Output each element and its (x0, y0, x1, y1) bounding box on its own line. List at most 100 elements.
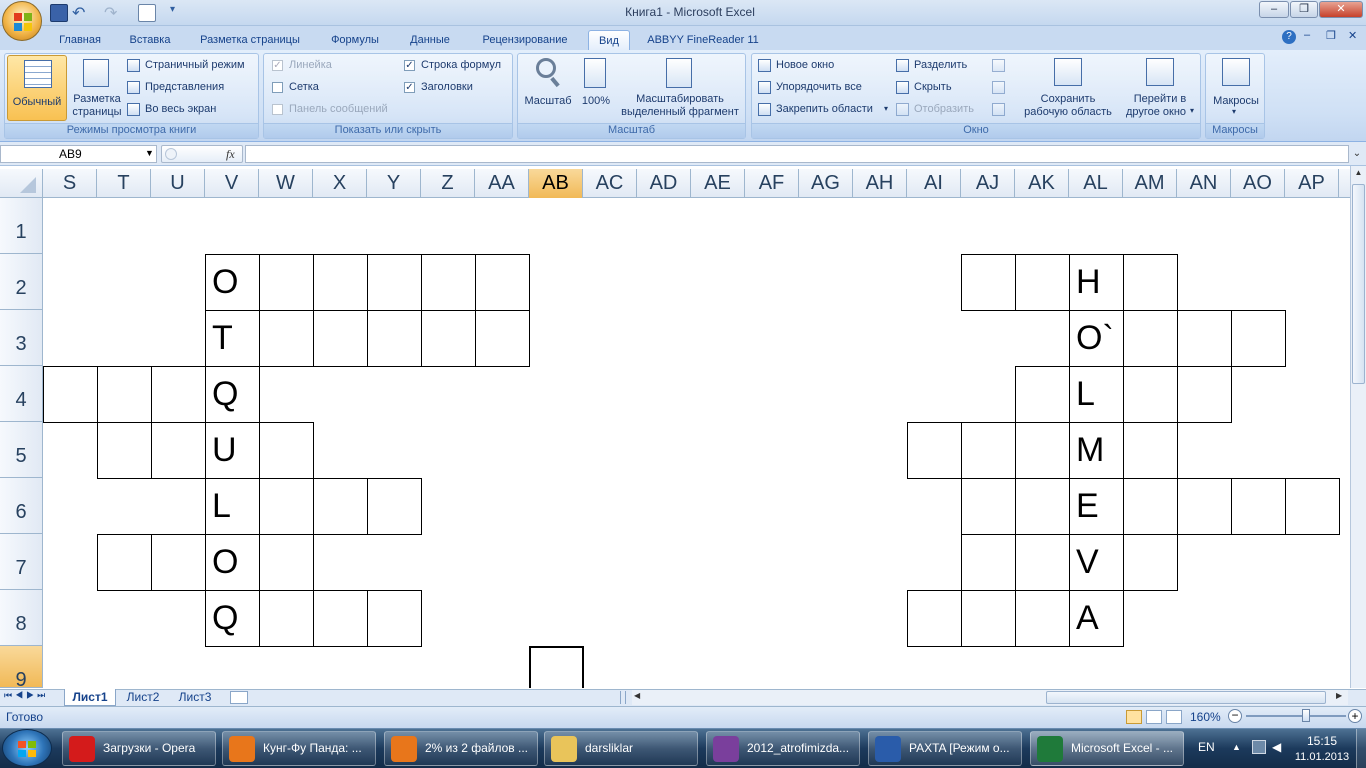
cell-v2[interactable]: O (205, 254, 260, 311)
cell-ao6[interactable] (1231, 478, 1286, 535)
cell-am7[interactable] (1123, 534, 1178, 591)
zoom-level-text[interactable]: 160% (1190, 710, 1221, 724)
office-button[interactable] (2, 1, 42, 41)
row-header-6[interactable]: 6 (0, 478, 43, 534)
cell-aa3[interactable] (475, 310, 530, 367)
column-header-ac[interactable]: AC (583, 169, 637, 198)
cell-ai8[interactable] (907, 590, 962, 647)
switch-windows-button[interactable]: Перейти в другое окно ▾ (1120, 55, 1200, 121)
arrange-all-button[interactable]: Упорядочить все (776, 81, 862, 93)
column-header-t[interactable]: T (97, 169, 151, 198)
freeze-panes-button[interactable]: Закрепить области (776, 103, 873, 115)
column-header-ag[interactable]: AG (799, 169, 853, 198)
cell-aa2[interactable] (475, 254, 530, 311)
column-header-al[interactable]: AL (1069, 169, 1123, 198)
cell-t4[interactable] (97, 366, 152, 423)
column-header-an[interactable]: AN (1177, 169, 1231, 198)
vertical-scrollbar[interactable]: ▲ (1350, 166, 1366, 688)
gridlines-checkbox[interactable] (272, 82, 283, 93)
sync-scroll-icon[interactable] (992, 81, 1005, 94)
sheet-tab-2[interactable]: Лист2 (118, 689, 168, 706)
cell-t7[interactable] (97, 534, 152, 591)
language-indicator[interactable]: EN (1198, 740, 1215, 754)
column-header-ae[interactable]: AE (691, 169, 745, 198)
tab-review[interactable]: Рецензирование (470, 30, 580, 50)
formula-input[interactable] (245, 145, 1349, 163)
row-header-1[interactable]: 1 (0, 198, 43, 254)
tab-formulas[interactable]: Формулы (322, 30, 388, 50)
cell-ak2[interactable] (1015, 254, 1070, 311)
clock-date[interactable]: 11.01.2013 (1292, 751, 1352, 763)
taskbar-item[interactable]: PAXTA [Режим о... (868, 731, 1022, 766)
scroll-left-icon[interactable]: ◀ (634, 691, 640, 700)
column-header-ah[interactable]: AH (853, 169, 907, 198)
minimize-button[interactable]: – (1259, 1, 1289, 18)
cell-u4[interactable] (151, 366, 206, 423)
worksheet-grid[interactable]: O T Q U L O Q H O` L M E V A (43, 198, 1350, 688)
formula-cancel-icon[interactable] (165, 148, 177, 160)
tray-expand-icon[interactable]: ▲ (1232, 742, 1241, 752)
tab-page-layout[interactable]: Разметка страницы (190, 30, 310, 50)
horizontal-scroll-thumb[interactable] (1046, 691, 1326, 704)
insert-sheet-icon[interactable] (230, 691, 248, 704)
sheet-tab-3[interactable]: Лист3 (170, 689, 220, 706)
cell-u5[interactable] (151, 422, 206, 479)
volume-icon[interactable]: ◀ (1272, 740, 1286, 754)
row-header-3[interactable]: 3 (0, 310, 43, 366)
cell-y8[interactable] (367, 590, 422, 647)
sheet-nav-arrows[interactable]: ⏮◀▶⏭ (4, 690, 48, 701)
column-header-z[interactable]: Z (421, 169, 475, 198)
new-window-button[interactable]: Новое окно (776, 59, 834, 71)
row-header-8[interactable]: 8 (0, 590, 43, 646)
save-icon[interactable] (50, 4, 68, 22)
cell-am2[interactable] (1123, 254, 1178, 311)
cell-w3[interactable] (259, 310, 314, 367)
cell-v3[interactable]: T (205, 310, 260, 367)
freeze-dropdown-icon[interactable]: ▾ (884, 104, 888, 113)
undo-icon[interactable]: ↶ (72, 3, 85, 23)
cell-al6[interactable]: E (1069, 478, 1124, 535)
cell-an3[interactable] (1177, 310, 1232, 367)
taskbar-item[interactable]: Загрузки - Opera (62, 731, 216, 766)
sheet-tab-1[interactable]: Лист1 (64, 689, 116, 706)
save-workspace-button[interactable]: Сохранить рабочую область (1018, 55, 1118, 121)
normal-view-button[interactable]: Обычный (7, 55, 67, 121)
cell-ak4[interactable] (1015, 366, 1070, 423)
cell-w8[interactable] (259, 590, 314, 647)
help-icon[interactable]: ? (1282, 30, 1296, 44)
cell-w6[interactable] (259, 478, 314, 535)
print-preview-icon[interactable] (138, 4, 156, 22)
row-header-9[interactable]: 9 (0, 646, 43, 691)
tab-insert[interactable]: Вставка (120, 30, 180, 50)
cell-aj6[interactable] (961, 478, 1016, 535)
macros-button[interactable]: Макросы ▾ (1208, 55, 1264, 121)
headings-checkbox[interactable]: ✓ (404, 82, 415, 93)
cell-w2[interactable] (259, 254, 314, 311)
ribbon-restore-button[interactable]: ❐ (1326, 29, 1336, 42)
cell-am6[interactable] (1123, 478, 1178, 535)
column-header-ap[interactable]: AP (1285, 169, 1339, 198)
expand-formula-bar-icon[interactable]: ⌄ (1350, 145, 1364, 163)
insert-function-button[interactable]: fx (226, 147, 235, 162)
cell-am4[interactable] (1123, 366, 1178, 423)
cell-s4[interactable] (43, 366, 98, 423)
column-header-ak[interactable]: AK (1015, 169, 1069, 198)
page-break-button[interactable]: Страничный режим (145, 59, 245, 71)
cell-ak8[interactable] (1015, 590, 1070, 647)
cell-w7[interactable] (259, 534, 314, 591)
ribbon-close-button[interactable]: ✕ (1348, 29, 1357, 42)
cell-aj2[interactable] (961, 254, 1016, 311)
cell-al8[interactable]: A (1069, 590, 1124, 647)
row-header-2[interactable]: 2 (0, 254, 43, 310)
cell-al2[interactable]: H (1069, 254, 1124, 311)
cell-z2[interactable] (421, 254, 476, 311)
column-header-ab[interactable]: AB (529, 169, 583, 198)
cell-y6[interactable] (367, 478, 422, 535)
column-header-am[interactable]: AM (1123, 169, 1177, 198)
hide-button[interactable]: Скрыть (914, 81, 952, 93)
cell-aj8[interactable] (961, 590, 1016, 647)
zoom-100-button[interactable]: 100% (578, 55, 614, 121)
taskbar-item[interactable]: Microsoft Excel - ... (1030, 731, 1184, 766)
cell-am3[interactable] (1123, 310, 1178, 367)
cell-ai5[interactable] (907, 422, 962, 479)
